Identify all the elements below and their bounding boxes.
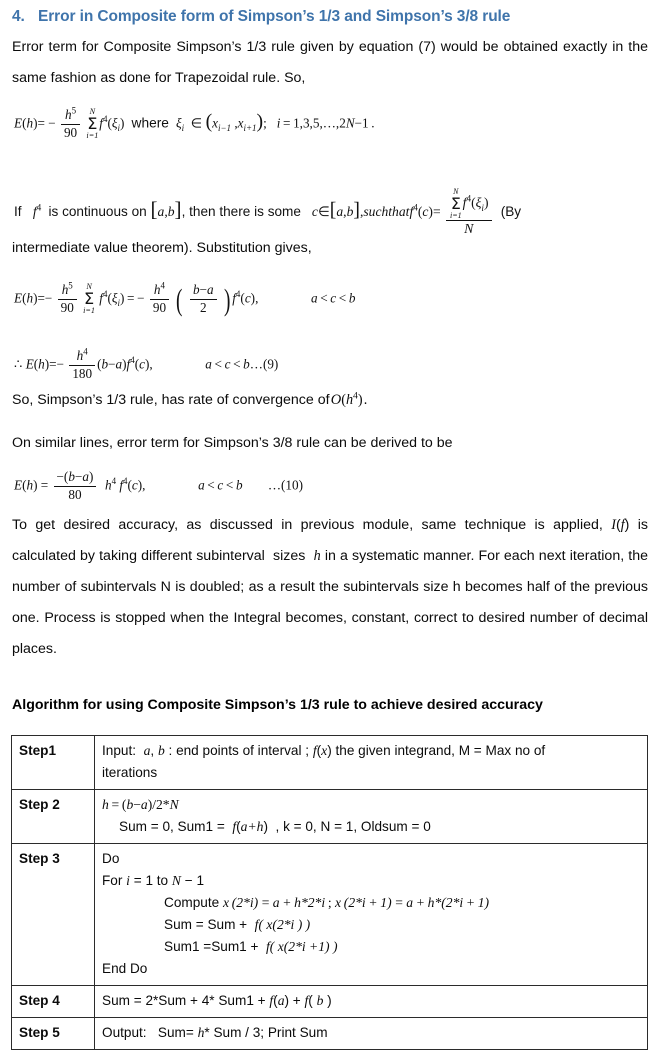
paragraph-desired-accuracy: To get desired accuracy, as discussed in… bbox=[12, 517, 648, 657]
section-title-text: Error in Composite form of Simpson’s 1/3… bbox=[38, 8, 511, 25]
algorithm-title: Algorithm for using Composite Simpson’s … bbox=[12, 697, 543, 713]
document-page: 4. Error in Composite form of Simpson’s 1… bbox=[0, 0, 660, 1050]
paragraph-intermediate-theorem: intermediate value theorem). Substitutio… bbox=[12, 240, 312, 256]
code-line: Sum = 2*Sum + 4* Sum1 + f(a) + f( b ) bbox=[102, 993, 332, 1008]
function-symbol-f: f bbox=[620, 517, 625, 533]
paragraph-rate-convergence: So, Simpson’s 1/3 rule, has rate of conv… bbox=[12, 390, 368, 408]
step-content: Input: a, b : end points of interval ; f… bbox=[94, 735, 648, 790]
equation-10: E(h) = −(b−a) 80 h4 f4(c), a < c < b …(1… bbox=[14, 469, 304, 502]
algorithm-table: Step1 Input: a, b : end points of interv… bbox=[11, 735, 648, 1050]
step-content: Sum = 2*Sum + 4* Sum1 + f(a) + f( b ) bbox=[94, 985, 648, 1018]
table-row: Step 2 h = (b−a)/2*N Sum = 0, Sum1 = f(a… bbox=[11, 789, 648, 844]
big-o-notation: O bbox=[330, 392, 342, 408]
page-title: 4. Error in Composite form of Simpson’s 1… bbox=[12, 8, 648, 26]
equation-error-term: E(h)= − h5 90 N Σ i=1 f4(ξi) where ξi ∈ … bbox=[14, 105, 375, 141]
step-content: Do For i = 1 to N − 1 Compute x (2*i) = … bbox=[94, 843, 648, 986]
step-content: Output: Sum= h* Sum / 3; Print Sum bbox=[94, 1017, 648, 1050]
step-label: Step 4 bbox=[11, 985, 95, 1018]
step-label: Step 3 bbox=[11, 843, 95, 986]
paragraph-similar-lines: On similar lines, error term for Simpson… bbox=[12, 435, 453, 451]
code-line: End Do bbox=[102, 961, 148, 976]
rate-text-prefix: So, Simpson’s 1/3 rule, has rate of conv… bbox=[12, 392, 331, 408]
code-line: Compute x (2*i) = a + h*2*i ; x (2*i + 1… bbox=[164, 895, 490, 910]
code-line: Do bbox=[102, 851, 120, 866]
paragraph-intro: Error term for Composite Simpson’s 1/3 r… bbox=[12, 39, 648, 86]
code-line: Sum = 0, Sum1 = f(a+h) , k = 0, N = 1, O… bbox=[119, 819, 431, 834]
code-line: Output: Sum= h* Sum / 3; Print Sum bbox=[102, 1025, 328, 1040]
code-line: iterations bbox=[102, 765, 158, 780]
step-label: Step 5 bbox=[11, 1017, 95, 1050]
equation-substitution: E(h)=− h5 90 N Σ i=1 f4(ξi) = − h4 90 ( … bbox=[14, 280, 356, 317]
step-label: Step 2 bbox=[11, 789, 95, 844]
integral-symbol-I: I bbox=[611, 517, 616, 533]
section-number: 4. bbox=[12, 8, 25, 25]
equation-9: ∴ E(h)=− h4 180 (b−a)f4(c), a < c < b…(9… bbox=[14, 346, 279, 381]
algorithm-table-body: Step1 Input: a, b : end points of interv… bbox=[11, 735, 648, 1050]
table-row: Step1 Input: a, b : end points of interv… bbox=[11, 735, 648, 790]
table-row: Step 3 Do For i = 1 to N − 1 Compute x (… bbox=[11, 843, 648, 986]
code-line: Input: a, b : end points of interval ; f… bbox=[102, 743, 546, 758]
step-size-symbol-h: h bbox=[313, 548, 321, 564]
step-label: Step1 bbox=[11, 735, 95, 790]
code-line: Sum1 =Sum1 + f( x(2*i +1) ) bbox=[164, 939, 338, 954]
table-row: Step 5 Output: Sum= h* Sum / 3; Print Su… bbox=[11, 1017, 648, 1050]
code-line: Sum = Sum + f( x(2*i ) ) bbox=[164, 917, 311, 932]
equation-mean-value-theorem: If f4 is continuous on [a,b], then there… bbox=[14, 187, 522, 237]
code-line: h = (b−a)/2*N bbox=[102, 797, 179, 812]
code-line: For i = 1 to N − 1 bbox=[102, 873, 205, 888]
table-row: Step 4 Sum = 2*Sum + 4* Sum1 + f(a) + f(… bbox=[11, 985, 648, 1018]
step-content: h = (b−a)/2*N Sum = 0, Sum1 = f(a+h) , k… bbox=[94, 789, 648, 844]
